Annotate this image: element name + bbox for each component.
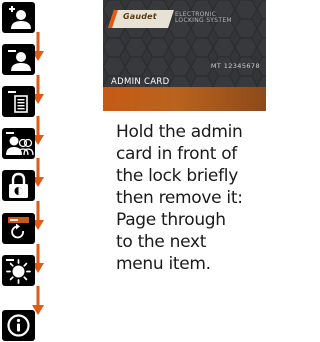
instruction-text: Hold the admin card in front of the lock… <box>116 121 266 275</box>
instruction-line: Page through <box>116 210 226 230</box>
card-subtitle-line2: LOCKING SYSTEM <box>175 17 232 24</box>
sun-icon <box>2 255 35 286</box>
card-refresh-icon <box>2 213 35 244</box>
instruction-line: menu item. <box>116 254 211 274</box>
user-group-icon <box>2 128 35 159</box>
instruction-line: Hold the admin <box>116 122 243 142</box>
info-icon <box>2 310 35 341</box>
padlock-icon <box>2 170 35 201</box>
add-user-icon <box>2 2 35 33</box>
card-number: MT 12345678 <box>210 62 260 70</box>
card-logo-text: Gaudet <box>123 12 157 21</box>
list-icon <box>2 86 35 117</box>
admin-card-image: Gaudet ELECTRONIC LOCKING SYSTEM MT 1234… <box>103 0 266 111</box>
menu-sequence <box>0 0 100 342</box>
instruction-line: card in front of <box>116 144 237 164</box>
card-accent-bar <box>103 87 266 111</box>
card-subtitle: ELECTRONIC LOCKING SYSTEM <box>175 12 261 24</box>
card-title: ADMIN CARD <box>111 77 170 87</box>
instruction-line: the lock briefly <box>116 166 238 186</box>
instruction-line: then remove it: <box>116 188 243 208</box>
remove-user-icon <box>2 44 35 75</box>
instruction-line: to the next <box>116 232 207 252</box>
